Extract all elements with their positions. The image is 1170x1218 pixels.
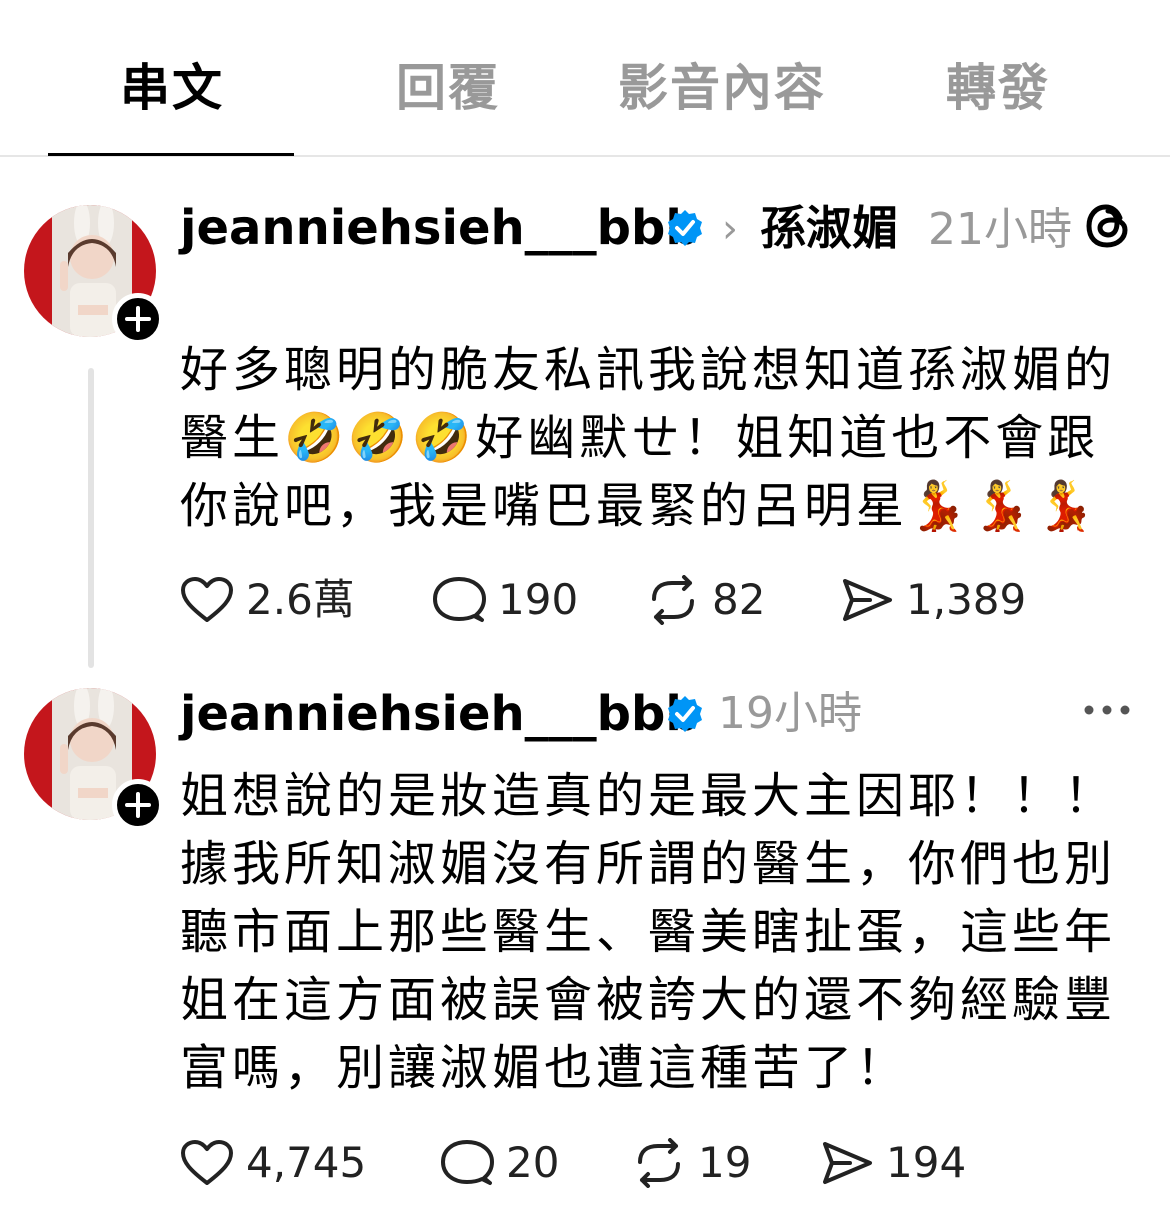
username[interactable]: jeanniehsieh___bbb <box>180 684 700 744</box>
comment-button[interactable]: 20 <box>440 1133 559 1193</box>
like-button[interactable]: 2.6萬 <box>180 570 355 630</box>
active-tab-indicator <box>48 153 294 156</box>
heart-icon <box>181 1140 233 1185</box>
repost-icon <box>638 1138 680 1188</box>
like-count: 4,745 <box>246 1138 367 1187</box>
comment-count: 190 <box>498 575 579 624</box>
like-button[interactable]: 4,745 <box>180 1133 366 1193</box>
comment-icon <box>433 577 486 622</box>
tab-replies[interactable]: 回覆 <box>396 56 500 120</box>
post-time: 21小時 <box>928 204 1072 255</box>
share-button[interactable]: 194 <box>820 1133 966 1193</box>
repost-count: 19 <box>698 1138 752 1187</box>
post-actions: 4,745 20 19 194 <box>180 1133 1140 1193</box>
follow-button[interactable] <box>112 779 164 831</box>
heart-icon <box>181 577 233 622</box>
like-count: 2.6萬 <box>246 575 355 624</box>
repost-icon <box>652 575 694 625</box>
plus-icon <box>125 306 151 332</box>
post-time: 19小時 <box>718 688 862 739</box>
share-button[interactable]: 1,389 <box>840 570 1026 630</box>
share-icon <box>823 1142 872 1184</box>
share-count: 194 <box>886 1138 967 1187</box>
follow-button[interactable] <box>112 293 164 345</box>
post-text: 好多聰明的脆友私訊我說想知道孫淑媚的醫生🤣🤣🤣好幽默ㄝ！姐知道也不會跟你說吧，我… <box>180 342 1117 534</box>
repost-button[interactable]: 82 <box>646 570 765 630</box>
comment-count: 20 <box>506 1138 560 1187</box>
comment-button[interactable]: 190 <box>432 570 578 630</box>
verified-badge-icon <box>668 696 702 732</box>
more-icon[interactable] <box>1082 700 1132 720</box>
profile-tabs: 串文 回覆 影音內容 轉發 <box>0 0 1170 157</box>
thread-connector <box>88 368 94 668</box>
repost-button[interactable]: 19 <box>632 1133 751 1193</box>
tab-threads[interactable]: 串文 <box>120 56 224 120</box>
share-count: 1,389 <box>906 575 1027 624</box>
tab-reposts[interactable]: 轉發 <box>946 56 1050 120</box>
post-text: 姐想說的是妝造真的是最大主因耶！！！據我所知淑媚沒有所謂的醫生，你們也別聽市面上… <box>180 768 1117 1096</box>
tab-media[interactable]: 影音內容 <box>618 56 826 120</box>
comment-icon <box>441 1140 494 1185</box>
post-actions: 2.6萬 190 82 1,389 <box>180 570 1140 630</box>
share-icon <box>843 579 892 621</box>
threads-logo-icon[interactable] <box>1080 198 1136 254</box>
plus-icon <box>125 792 151 818</box>
repost-count: 82 <box>712 575 766 624</box>
